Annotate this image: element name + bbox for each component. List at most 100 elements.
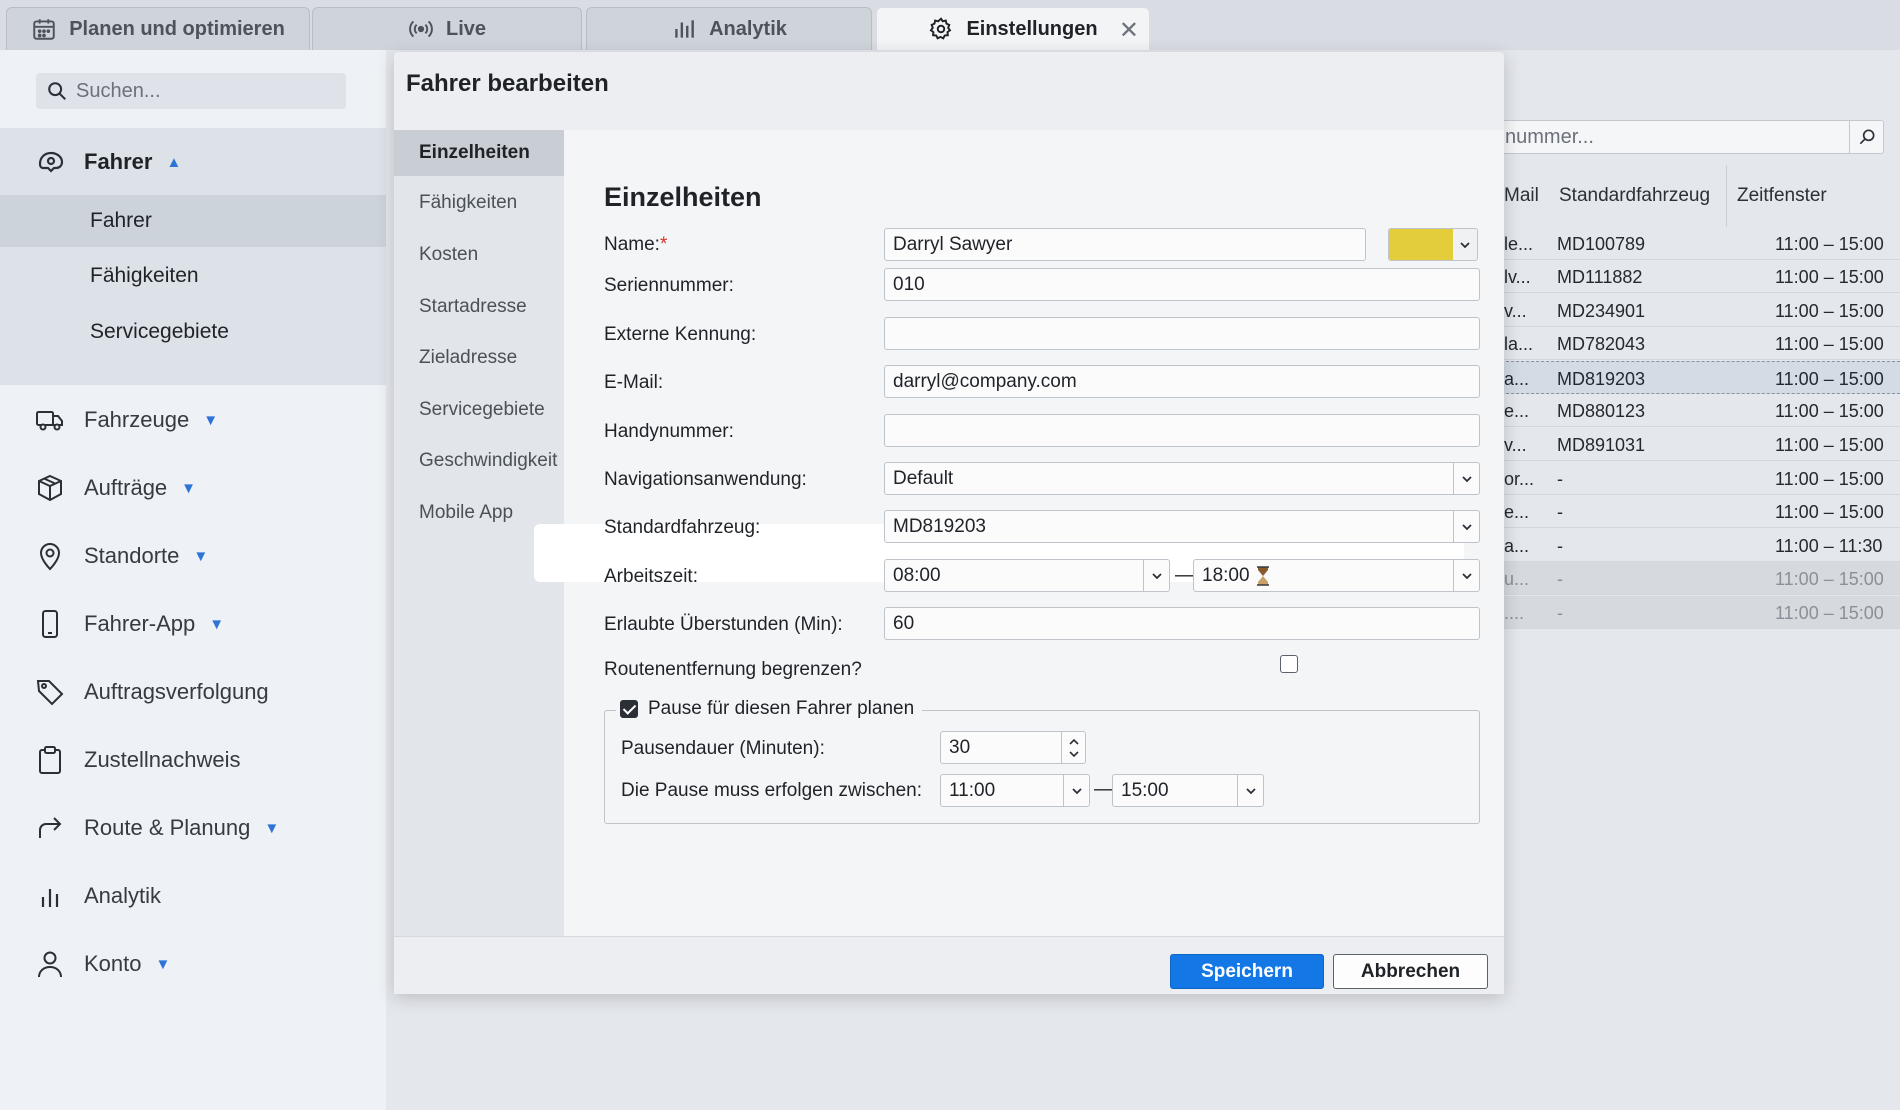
chevron-down-icon[interactable] <box>1143 560 1169 591</box>
sidebar-item-locations[interactable]: Standorte ▼ <box>34 536 208 576</box>
tab-label: Planen und optimieren <box>69 17 285 40</box>
tab-settings[interactable]: Einstellungen ✕ <box>876 7 1150 50</box>
sidebar-item-analytics[interactable]: Analytik <box>34 876 161 916</box>
dialog-nav-skills[interactable]: Fähigkeiten <box>394 180 564 226</box>
email-field[interactable]: darryl@company.com <box>884 365 1480 398</box>
dialog-nav-start-address[interactable]: Startadresse <box>394 284 564 330</box>
calendar-icon <box>33 19 55 40</box>
search-icon[interactable] <box>1849 121 1883 153</box>
column-header-time-window[interactable]: Zeitfenster <box>1726 165 1900 227</box>
search-placeholder: Suchen... <box>76 79 161 102</box>
table-row[interactable]: .... - 11:00 – 15:00 <box>1496 596 1900 629</box>
dialog-nav-costs[interactable]: Kosten <box>394 232 564 278</box>
cell-time-window: 11:00 – 15:00 <box>1775 603 1884 623</box>
cell-default-vehicle: - <box>1557 502 1563 522</box>
sidebar-subitem-drivers[interactable]: Fahrer <box>0 195 386 247</box>
name-field[interactable]: Darryl Sawyer <box>884 228 1366 261</box>
table-row[interactable]: a... - 11:00 – 11:30 <box>1496 529 1900 562</box>
cell-default-vehicle: MD234901 <box>1557 301 1646 321</box>
cell-time-window: 11:00 – 15:00 <box>1775 301 1884 321</box>
default-vehicle-select[interactable]: MD819203 <box>884 510 1480 543</box>
caret-down-icon: ▼ <box>203 411 219 429</box>
cell-mail: e... <box>1504 502 1530 522</box>
serial-number-field[interactable]: 010 <box>884 268 1480 301</box>
sidebar-item-orders[interactable]: Aufträge ▼ <box>34 468 196 508</box>
limit-route-checkbox[interactable] <box>1280 655 1298 673</box>
navigation-app-label: Navigationsanwendung: <box>604 469 807 490</box>
cell-time-window: 11:00 – 15:00 <box>1775 267 1884 287</box>
save-button[interactable]: Speichern <box>1170 954 1324 989</box>
dialog-nav-details[interactable]: Einzelheiten <box>394 130 564 176</box>
cell-default-vehicle: MD891031 <box>1557 435 1646 455</box>
chevron-up-icon[interactable] <box>1068 737 1080 747</box>
break-window-start-select[interactable]: 11:00 <box>940 774 1090 807</box>
table-row[interactable]: e... - 11:00 – 15:00 <box>1496 495 1900 528</box>
navigation-app-select[interactable]: Default <box>884 462 1480 495</box>
chevron-down-icon[interactable] <box>1068 749 1080 759</box>
chevron-down-icon[interactable] <box>1063 775 1089 806</box>
sidebar-search-input[interactable]: Suchen... <box>36 73 346 109</box>
sidebar-item-order-tracking[interactable]: Auftragsverfolgung <box>34 672 269 712</box>
sidebar-item-label: Auftragsverfolgung <box>84 679 269 704</box>
break-duration-stepper[interactable]: 30 <box>940 731 1086 764</box>
caret-down-icon: ▼ <box>193 547 209 565</box>
cell-mail: v... <box>1504 301 1527 321</box>
color-picker[interactable] <box>1388 228 1478 261</box>
column-header-mail[interactable]: Mail <box>1504 165 1539 227</box>
chevron-down-icon[interactable] <box>1453 560 1479 591</box>
table-row[interactable]: e... MD880123 11:00 – 15:00 <box>1496 394 1900 427</box>
sidebar-item-label: Aufträge <box>84 475 168 500</box>
dialog-nav-service-areas[interactable]: Servicegebiete <box>394 387 564 433</box>
sidebar-item-vehicles[interactable]: Fahrzeuge ▼ <box>34 400 218 440</box>
cell-mail: v... <box>1504 435 1527 455</box>
working-time-start-select[interactable]: 08:00 <box>884 559 1170 592</box>
tab-plan-optimize[interactable]: Planen und optimieren <box>6 7 310 50</box>
chevron-down-icon[interactable] <box>1453 511 1479 542</box>
stepper-arrows[interactable] <box>1061 732 1085 763</box>
sidebar-item-drivers[interactable]: Fahrer ▲ <box>34 142 181 182</box>
table-row[interactable]: v... MD891031 11:00 – 15:00 <box>1496 428 1900 461</box>
table-row[interactable]: le... MD100789 11:00 – 15:00 <box>1496 227 1900 260</box>
table-row[interactable]: a... MD819203 11:00 – 15:00 <box>1496 361 1900 394</box>
break-window-end-select[interactable]: 15:00 <box>1112 774 1264 807</box>
external-id-field[interactable] <box>884 317 1480 350</box>
mobile-number-field[interactable] <box>884 414 1480 447</box>
dialog-nav-destination-address[interactable]: Zieladresse <box>394 335 564 381</box>
overtime-label: Erlaubte Überstunden (Min): <box>604 614 843 635</box>
drivers-table-search-input[interactable]: nummer... <box>1496 120 1884 154</box>
mobile-number-label: Handynummer: <box>604 421 734 442</box>
column-header-default-vehicle[interactable]: Standardfahrzeug <box>1559 165 1710 227</box>
tab-analytics[interactable]: Analytik <box>586 7 872 50</box>
chevron-down-icon[interactable] <box>1453 463 1479 494</box>
chevron-down-icon[interactable] <box>1237 775 1263 806</box>
break-legend: Pause für diesen Fahrer planen <box>616 698 923 720</box>
close-tab-icon[interactable]: ✕ <box>1119 16 1139 45</box>
table-row[interactable]: or... - 11:00 – 15:00 <box>1496 462 1900 495</box>
cell-mail: le... <box>1504 234 1534 254</box>
tab-label: Live <box>445 17 487 40</box>
working-time-end-select[interactable]: 18:00 <box>1193 559 1480 592</box>
sidebar-item-driver-app[interactable]: Fahrer-App ▼ <box>34 604 224 644</box>
cell-default-vehicle: - <box>1557 569 1563 589</box>
sidebar-item-account[interactable]: Konto ▼ <box>34 944 170 984</box>
caret-down-icon: ▼ <box>155 955 171 973</box>
dialog-nav-speed[interactable]: Geschwindigkeit <box>394 438 564 484</box>
default-vehicle-label: Standardfahrzeug: <box>604 517 761 538</box>
tab-live[interactable]: Live <box>312 7 582 50</box>
table-row[interactable]: la... MD782043 11:00 – 15:00 <box>1496 327 1900 360</box>
sidebar-subitem-skills[interactable]: Fähigkeiten <box>0 250 386 302</box>
broadcast-icon <box>409 20 433 38</box>
table-row[interactable]: u... - 11:00 – 15:00 <box>1496 562 1900 595</box>
cell-mail: e... <box>1504 401 1530 421</box>
sidebar-item-proof-of-delivery[interactable]: Zustellnachweis <box>34 740 241 780</box>
overtime-field[interactable]: 60 <box>884 607 1480 640</box>
chevron-down-icon[interactable] <box>1451 229 1477 260</box>
table-row[interactable]: v... MD234901 11:00 – 15:00 <box>1496 294 1900 327</box>
break-checkbox[interactable] <box>620 700 638 718</box>
cell-default-vehicle: MD100789 <box>1557 234 1646 254</box>
sidebar-subitem-service-areas[interactable]: Servicegebiete <box>0 306 386 358</box>
table-row[interactable]: lv... MD111882 11:00 – 15:00 <box>1496 260 1900 293</box>
cancel-button[interactable]: Abbrechen <box>1333 954 1488 989</box>
sidebar-item-route-planning[interactable]: Route & Planung ▼ <box>34 808 279 848</box>
cell-time-window: 11:00 – 15:00 <box>1775 435 1884 455</box>
